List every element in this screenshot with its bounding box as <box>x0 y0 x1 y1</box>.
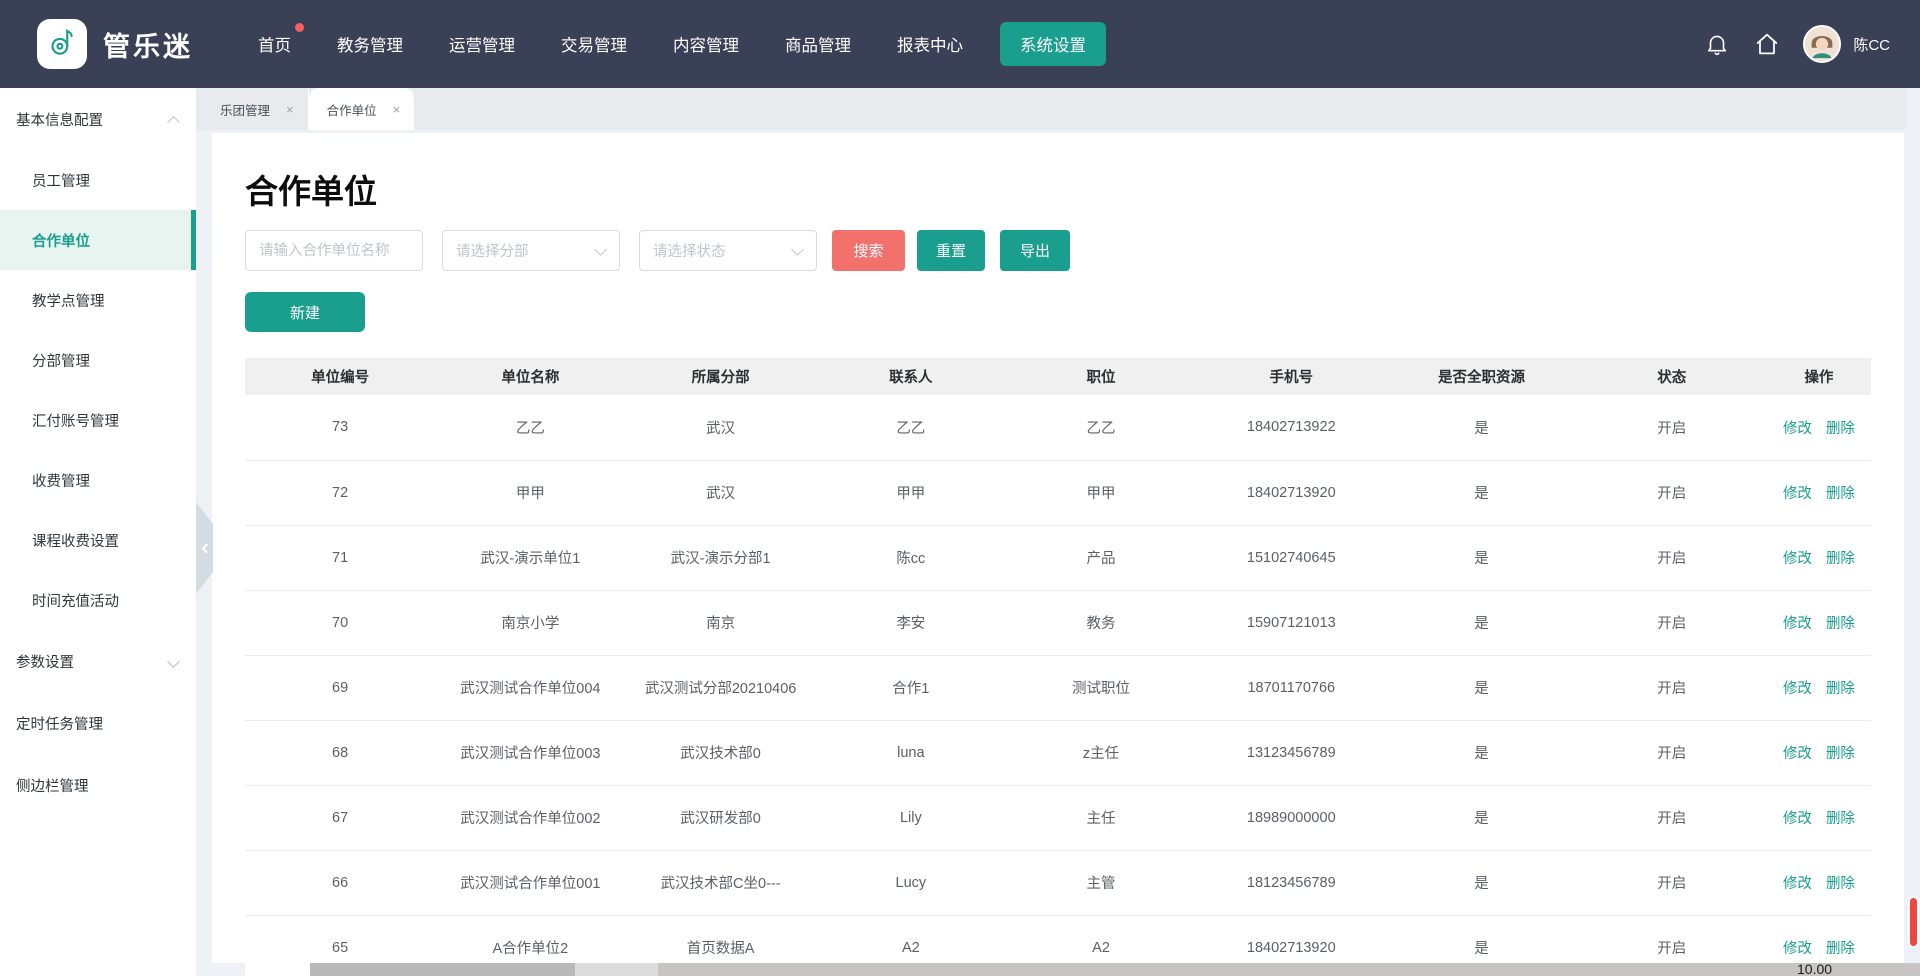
bell-icon[interactable] <box>1703 30 1731 58</box>
nav-item-operations[interactable]: 运营管理 <box>426 32 538 56</box>
delete-link[interactable]: 删除 <box>1826 616 1855 632</box>
horizontal-scrollbar-thumb[interactable] <box>310 963 575 976</box>
nav-item-transactions[interactable]: 交易管理 <box>538 32 650 56</box>
sidebar-item-course-fee-settings[interactable]: 课程收费设置 <box>0 510 196 570</box>
sidebar-item-partner-units[interactable]: 合作单位 <box>0 210 196 270</box>
close-icon[interactable]: × <box>286 102 294 117</box>
edit-link[interactable]: 修改 <box>1783 876 1812 892</box>
search-button[interactable]: 搜索 <box>832 230 905 271</box>
table-row: 68武汉测试合作单位003 武汉技术部0luna z主任13123456789 … <box>245 720 1871 785</box>
create-button[interactable]: 新建 <box>245 292 365 332</box>
col-header-status: 状态 <box>1577 358 1767 395</box>
table-row: 71武汉-演示单位1 武汉-演示分部1陈cc 产品15102740645 是开启… <box>245 525 1871 590</box>
sidebar-item-huifu-accounts[interactable]: 汇付账号管理 <box>0 390 196 450</box>
branch-select[interactable]: 请选择分部 <box>442 230 620 271</box>
chevron-down-icon <box>791 243 804 256</box>
top-navigation: 管乐迷 首页 教务管理 运营管理 交易管理 内容管理 商品管理 报表中心 系统设… <box>0 0 1920 88</box>
nav-item-academic[interactable]: 教务管理 <box>314 32 426 56</box>
nav-item-content[interactable]: 内容管理 <box>650 32 762 56</box>
edit-link[interactable]: 修改 <box>1783 616 1812 632</box>
nav-item-reports[interactable]: 报表中心 <box>874 32 986 56</box>
tab-bar: 乐团管理 × 合作单位 × <box>196 88 1920 130</box>
sidebar-group-parameter-settings[interactable]: 参数设置 <box>0 630 196 692</box>
sidebar-item-staff-management[interactable]: 员工管理 <box>0 150 196 210</box>
user-name[interactable]: 陈CC <box>1853 34 1890 55</box>
close-icon[interactable]: × <box>393 102 401 117</box>
edit-link[interactable]: 修改 <box>1783 811 1812 827</box>
horizontal-scrollbar-gap <box>575 963 658 976</box>
col-header-position: 职位 <box>1006 358 1196 395</box>
chevron-down-icon <box>594 243 607 256</box>
filter-row: 请选择分部 请选择状态 搜索 重置 导出 <box>245 230 1871 271</box>
nav-right-tools: 陈CC <box>1703 25 1890 63</box>
partner-units-table: 单位编号 单位名称 所属分部 联系人 职位 手机号 是否全职资源 状态 操作 7… <box>245 358 1871 976</box>
edit-link[interactable]: 修改 <box>1783 486 1812 502</box>
table-row: 66武汉测试合作单位001 武汉技术部C坐0---Lucy 主管18123456… <box>245 850 1871 915</box>
delete-link[interactable]: 删除 <box>1826 486 1855 502</box>
edit-link[interactable]: 修改 <box>1783 941 1812 957</box>
content-card: 合作单位 请选择分部 请选择状态 搜索 重置 导出 新建 <box>212 133 1904 963</box>
nav-item-home[interactable]: 首页 <box>235 32 314 56</box>
reset-button[interactable]: 重置 <box>917 230 985 271</box>
app-logo <box>37 19 87 69</box>
page-title: 合作单位 <box>245 165 1871 213</box>
chevron-up-icon <box>167 115 180 128</box>
col-header-phone: 手机号 <box>1196 358 1386 395</box>
partner-name-input[interactable] <box>245 230 423 271</box>
sidebar-item-branch-management[interactable]: 分部管理 <box>0 330 196 390</box>
table-row: 69武汉测试合作单位004 武汉测试分部20210406合作1 测试职位1870… <box>245 655 1871 720</box>
vertical-scrollbar-thumb[interactable] <box>1908 896 1919 948</box>
delete-link[interactable]: 删除 <box>1826 876 1855 892</box>
sidebar-group-scheduled-tasks[interactable]: 定时任务管理 <box>0 692 196 754</box>
table-row: 67武汉测试合作单位002 武汉研发部0Lily 主任18989000000 是… <box>245 785 1871 850</box>
vertical-scrollbar[interactable] <box>1906 88 1920 963</box>
col-header-unit-name: 单位名称 <box>435 358 625 395</box>
tab-orchestra-management[interactable]: 乐团管理 × <box>202 88 309 130</box>
home-icon[interactable] <box>1753 30 1781 58</box>
delete-link[interactable]: 删除 <box>1826 421 1855 437</box>
main-area: 乐团管理 × 合作单位 × 合作单位 请选择分部 请选择状态 <box>196 88 1920 976</box>
music-note-icon <box>45 25 79 64</box>
sidebar-item-teaching-points[interactable]: 教学点管理 <box>0 270 196 330</box>
table-header-row: 单位编号 单位名称 所属分部 联系人 职位 手机号 是否全职资源 状态 操作 <box>245 358 1871 395</box>
delete-link[interactable]: 删除 <box>1826 551 1855 567</box>
nav-item-products[interactable]: 商品管理 <box>762 32 874 56</box>
tab-partner-units[interactable]: 合作单位 × <box>309 88 415 130</box>
user-avatar[interactable] <box>1803 25 1841 63</box>
export-button[interactable]: 导出 <box>1000 230 1070 271</box>
col-header-fulltime: 是否全职资源 <box>1386 358 1576 395</box>
status-select[interactable]: 请选择状态 <box>639 230 817 271</box>
sidebar: 基本信息配置 员工管理 合作单位 教学点管理 分部管理 汇付账号管理 收费管理 … <box>0 88 196 976</box>
delete-link[interactable]: 删除 <box>1826 681 1855 697</box>
clipped-bottom-text: 10.00 <box>1797 963 1832 976</box>
nav-item-system-settings[interactable]: 系统设置 <box>1000 22 1106 66</box>
col-header-actions: 操作 <box>1767 358 1871 395</box>
main-menu: 首页 教务管理 运营管理 交易管理 内容管理 商品管理 报表中心 系统设置 <box>235 22 1106 66</box>
edit-link[interactable]: 修改 <box>1783 681 1812 697</box>
chevron-down-icon <box>167 655 180 668</box>
delete-link[interactable]: 删除 <box>1826 811 1855 827</box>
table-row: 73乙乙 武汉乙乙 乙乙18402713922 是开启 修改删除 <box>245 395 1871 460</box>
chevron-left-icon <box>201 543 211 553</box>
edit-link[interactable]: 修改 <box>1783 746 1812 762</box>
edit-link[interactable]: 修改 <box>1783 421 1812 437</box>
notification-badge-dot <box>295 23 304 32</box>
edit-link[interactable]: 修改 <box>1783 551 1812 567</box>
col-header-unit-id: 单位编号 <box>245 358 435 395</box>
brand-name: 管乐迷 <box>103 25 193 64</box>
table-row: 70南京小学 南京李安 教务15907121013 是开启 修改删除 <box>245 590 1871 655</box>
delete-link[interactable]: 删除 <box>1826 941 1855 957</box>
table-row: 72甲甲 武汉甲甲 甲甲18402713920 是开启 修改删除 <box>245 460 1871 525</box>
sidebar-item-time-recharge-activity[interactable]: 时间充值活动 <box>0 570 196 630</box>
col-header-contact: 联系人 <box>816 358 1006 395</box>
delete-link[interactable]: 删除 <box>1826 746 1855 762</box>
sidebar-group-basic-info[interactable]: 基本信息配置 <box>0 88 196 150</box>
sidebar-item-fee-management[interactable]: 收费管理 <box>0 450 196 510</box>
horizontal-scrollbar[interactable]: 10.00 <box>310 963 1920 976</box>
col-header-branch: 所属分部 <box>625 358 815 395</box>
sidebar-group-sidebar-management[interactable]: 侧边栏管理 <box>0 754 196 816</box>
